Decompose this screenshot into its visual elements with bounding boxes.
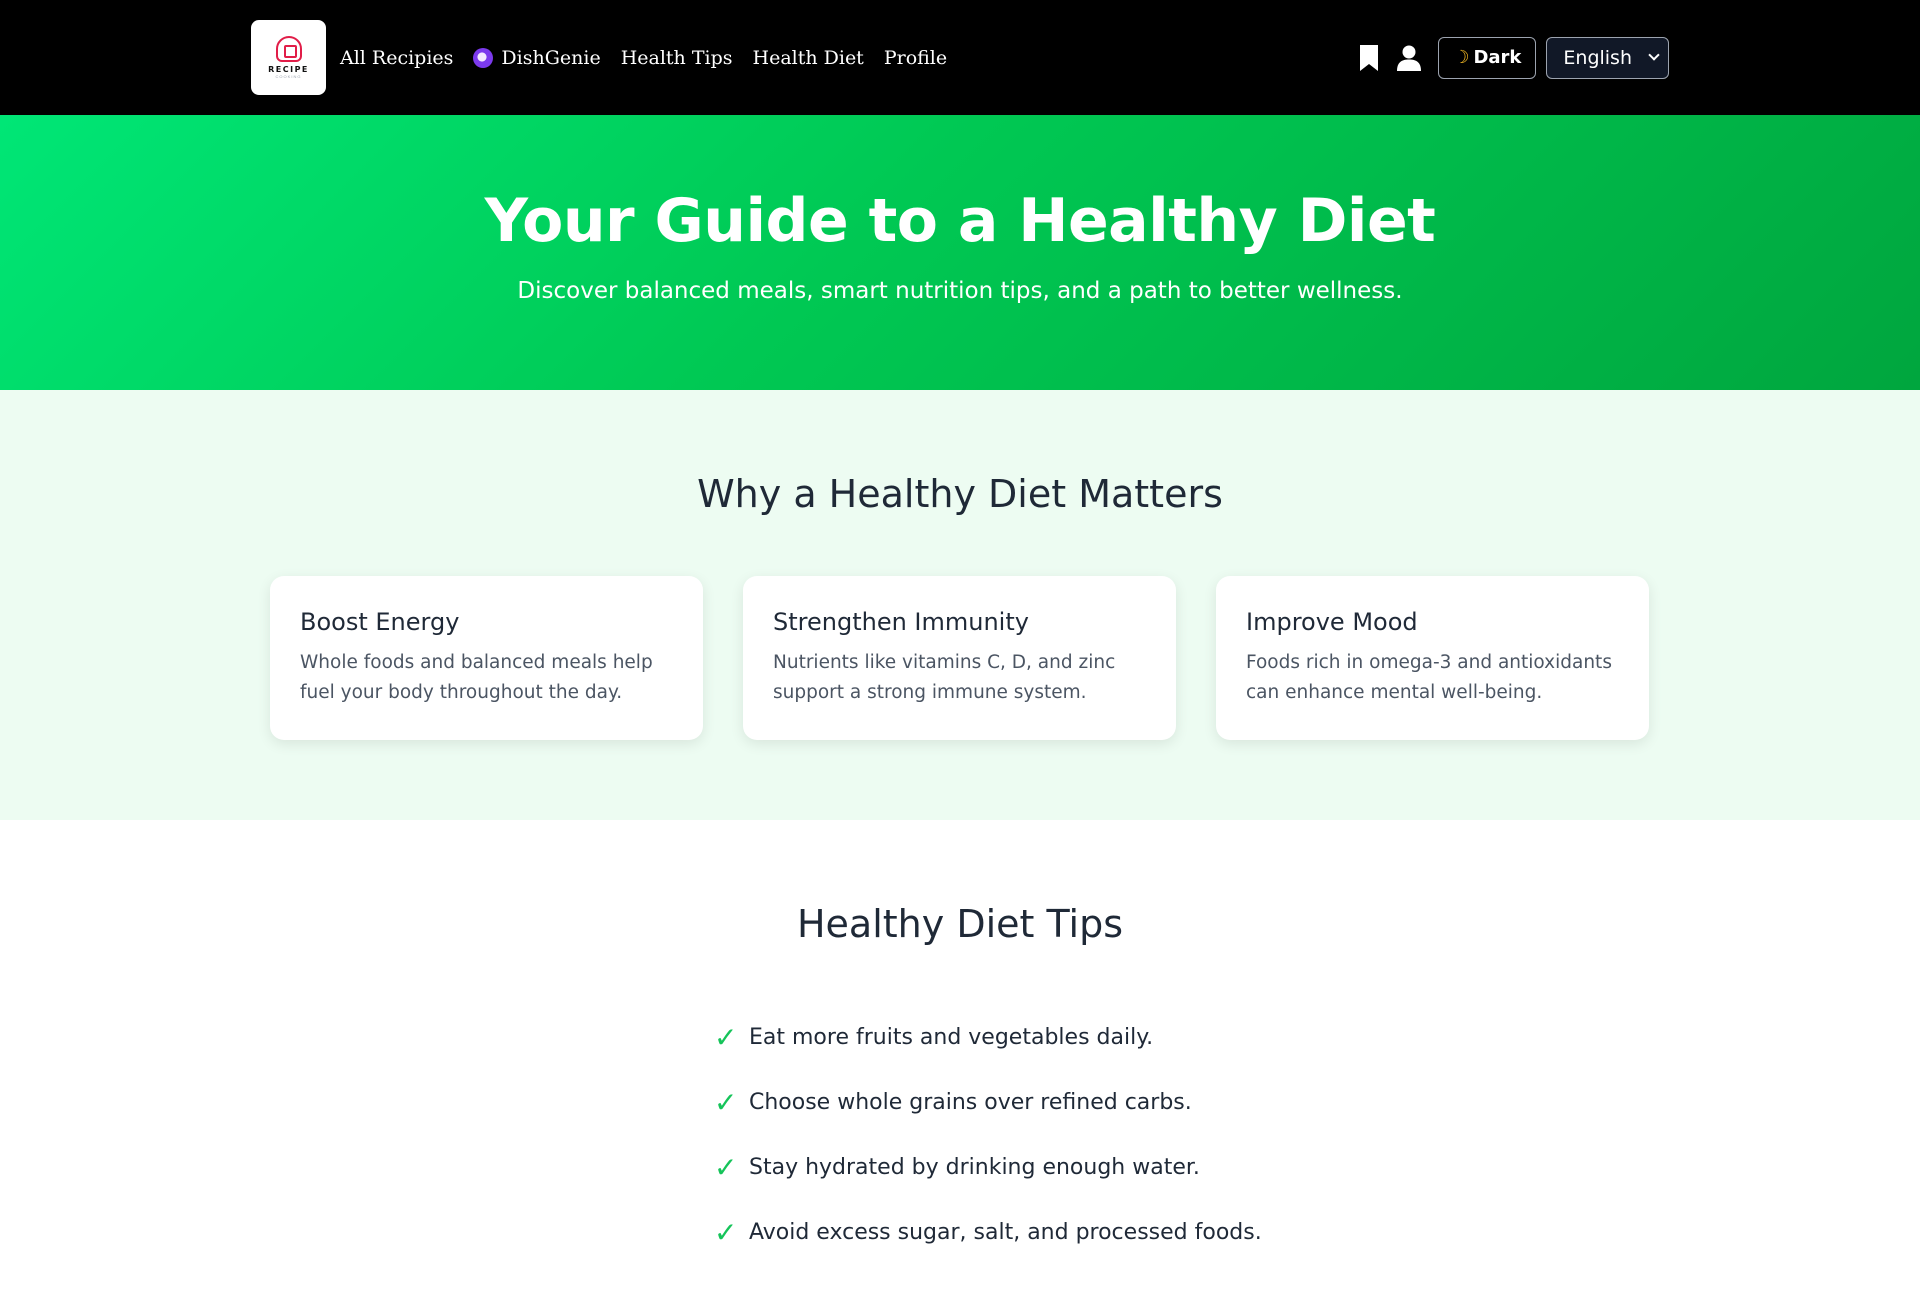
- nav-link-health-tips[interactable]: Health Tips: [621, 47, 733, 69]
- check-icon: ✓: [714, 1216, 738, 1249]
- logo-text: RECIPE: [268, 65, 309, 74]
- check-icon: ✓: [714, 1021, 738, 1054]
- tips-list: ✓ Eat more fruits and vegetables daily. …: [714, 1005, 1262, 1265]
- moon-icon: ☽: [1453, 47, 1470, 68]
- card-title: Improve Mood: [1246, 608, 1418, 636]
- nav-link-health-diet[interactable]: Health Diet: [753, 47, 864, 69]
- benefit-cards: Boost Energy Whole foods and balanced me…: [270, 576, 1649, 740]
- tip-text: Avoid excess sugar, salt, and processed …: [749, 1220, 1262, 1245]
- chef-hat-icon: [275, 36, 302, 62]
- language-value: English: [1563, 46, 1632, 69]
- list-item: ✓ Eat more fruits and vegetables daily.: [714, 1005, 1262, 1070]
- profile-button[interactable]: [1394, 43, 1424, 73]
- list-item: ✓ Stay hydrated by drinking enough water…: [714, 1135, 1262, 1200]
- card-title: Strengthen Immunity: [773, 608, 1029, 636]
- language-select[interactable]: English: [1546, 36, 1669, 79]
- tips-section: Healthy Diet Tips ✓ Eat more fruits and …: [0, 820, 1920, 1297]
- benefit-card-improve-mood: Improve Mood Foods rich in omega-3 and a…: [1216, 576, 1649, 740]
- nav-link-profile[interactable]: Profile: [884, 47, 947, 69]
- genie-icon: [473, 47, 494, 68]
- hero-section: Your Guide to a Healthy Diet Discover ba…: [0, 115, 1920, 390]
- benefit-card-strengthen-immunity: Strengthen Immunity Nutrients like vitam…: [743, 576, 1176, 740]
- nav-link-all-recipies[interactable]: All Recipies: [340, 47, 453, 69]
- bookmark-icon: [1360, 44, 1379, 71]
- why-section: Why a Healthy Diet Matters Boost Energy …: [0, 390, 1920, 820]
- nav-links: All Recipies DishGenie Health Tips Healt…: [340, 0, 947, 115]
- check-icon: ✓: [714, 1151, 738, 1184]
- nav-actions: ☽ Dark English: [1354, 0, 1669, 115]
- card-text: Whole foods and balanced meals help fuel…: [300, 652, 653, 703]
- nav-link-label: Profile: [883, 46, 948, 69]
- card-title: Boost Energy: [300, 608, 460, 636]
- nav-link-label: All Recipies: [340, 46, 454, 69]
- card-text: Nutrients like vitamins C, D, and zinc s…: [773, 652, 1116, 703]
- card-text: Foods rich in omega-3 and antioxidants c…: [1246, 652, 1612, 703]
- list-item: ✓ Avoid excess sugar, salt, and processe…: [714, 1200, 1262, 1265]
- bookmarks-button[interactable]: [1354, 43, 1384, 73]
- tip-text: Eat more fruits and vegetables daily.: [749, 1025, 1154, 1050]
- why-section-title: Why a Healthy Diet Matters: [697, 472, 1223, 516]
- nav-link-label: Health Tips: [620, 46, 733, 69]
- dark-mode-toggle[interactable]: ☽ Dark: [1438, 36, 1537, 79]
- chevron-down-icon: [1648, 49, 1660, 61]
- user-icon: [1397, 45, 1422, 71]
- nav-link-label: DishGenie: [501, 46, 601, 69]
- nav-link-label: Health Diet: [752, 46, 864, 69]
- navbar: RECIPE COOKING All Recipies DishGenie He…: [0, 0, 1920, 115]
- site-logo[interactable]: RECIPE COOKING: [251, 20, 326, 95]
- tip-text: Stay hydrated by drinking enough water.: [749, 1155, 1200, 1180]
- check-icon: ✓: [714, 1086, 738, 1119]
- benefit-card-boost-energy: Boost Energy Whole foods and balanced me…: [270, 576, 703, 740]
- hero-title: Your Guide to a Healthy Diet: [484, 186, 1436, 256]
- tip-text: Choose whole grains over refined carbs.: [749, 1090, 1192, 1115]
- tips-section-title: Healthy Diet Tips: [796, 902, 1124, 946]
- logo-subtext: COOKING: [275, 74, 302, 79]
- dark-mode-label: Dark: [1473, 47, 1522, 68]
- list-item: ✓ Choose whole grains over refined carbs…: [714, 1070, 1262, 1135]
- hero-subtitle: Discover balanced meals, smart nutrition…: [517, 278, 1403, 304]
- nav-link-dishgenie[interactable]: DishGenie: [473, 46, 601, 69]
